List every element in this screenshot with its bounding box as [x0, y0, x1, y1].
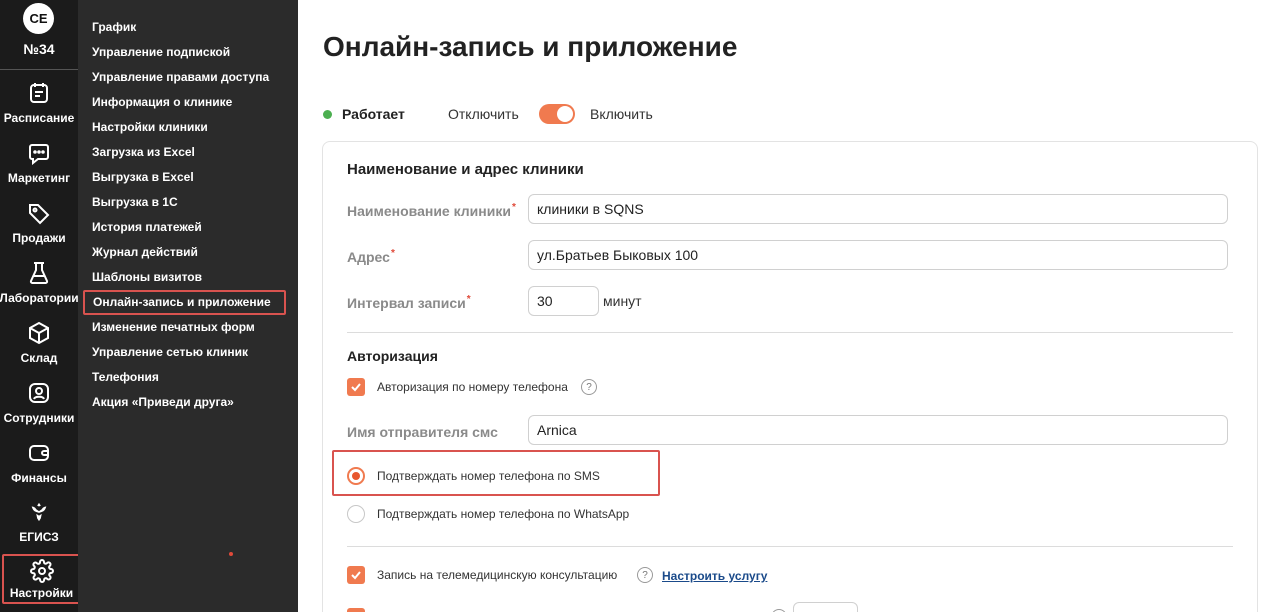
online-booking-toggle[interactable] — [539, 104, 575, 124]
interval-input[interactable] — [528, 286, 599, 316]
toggle-on-label[interactable]: Включить — [590, 106, 653, 122]
sms-sender-label: Имя отправителя смс — [347, 424, 498, 440]
gear-icon — [29, 558, 55, 584]
rail-item-label: Настройки — [9, 586, 74, 600]
rail-item-egisz[interactable]: ЕГИСЗ — [0, 499, 78, 557]
confirm-sms-radio[interactable] — [347, 467, 365, 485]
submenu-item[interactable]: Акция «Приведи друга» — [92, 395, 234, 409]
telemed-checkbox[interactable] — [347, 566, 365, 584]
submenu-item-active[interactable]: Онлайн-запись и приложение — [83, 290, 286, 315]
status-indicator: Работает — [323, 106, 405, 122]
rail-item-labs[interactable]: Лаборатории — [0, 260, 79, 318]
submenu-item[interactable]: Управление подпиской — [92, 45, 230, 59]
submenu-item[interactable]: Информация о клинике — [92, 95, 232, 109]
interval-label: Интервал записи* — [347, 294, 471, 311]
icon-rail: СЕ №34 Расписание Маркетинг Продажи Лабо… — [0, 0, 81, 612]
toggle-knob — [557, 106, 573, 122]
status-text: Работает — [342, 106, 405, 122]
rail-item-label: Маркетинг — [7, 171, 71, 185]
rail-item-schedule[interactable]: Расписание — [0, 80, 78, 138]
interval-label-text: Интервал записи — [347, 295, 466, 311]
required-mark: * — [511, 202, 516, 213]
avatar[interactable]: СЕ — [23, 3, 54, 34]
help-icon[interactable]: ? — [637, 567, 653, 583]
section-title-auth: Авторизация — [347, 348, 438, 364]
required-mark: * — [390, 248, 395, 259]
rail-item-label: Сотрудники — [3, 411, 75, 425]
notification-dot — [229, 552, 233, 556]
rail-item-finance[interactable]: Финансы — [0, 440, 78, 498]
confirm-sms-label: Подтверждать номер телефона по SMS — [377, 469, 600, 483]
submenu-item[interactable]: Телефония — [92, 370, 159, 384]
rail-item-marketing[interactable]: Маркетинг — [0, 140, 78, 198]
rail-item-label: Расписание — [3, 111, 75, 125]
app-root: СЕ №34 Расписание Маркетинг Продажи Лабо… — [0, 0, 1284, 612]
user-icon — [26, 380, 52, 406]
address-input[interactable] — [528, 240, 1228, 270]
rail-item-label: Склад — [20, 351, 58, 365]
rail-item-label: Продажи — [12, 231, 66, 245]
status-dot — [323, 109, 332, 119]
check-icon — [351, 571, 361, 580]
submenu-item[interactable]: Выгрузка в Excel — [92, 170, 194, 184]
chat-icon — [26, 140, 52, 166]
rail-item-label: ЕГИСЗ — [19, 530, 59, 544]
settings-submenu: График Управление подпиской Управление п… — [78, 0, 298, 612]
confirm-whatsapp-radio[interactable] — [347, 505, 365, 523]
confirm-whatsapp-label: Подтверждать номер телефона по WhatsApp — [377, 507, 630, 521]
clinic-name-input[interactable] — [528, 194, 1228, 224]
submenu-item[interactable]: График — [92, 20, 136, 34]
toggle-off-label[interactable]: Отключить — [448, 106, 519, 122]
telemed-label: Запись на телемедицинскую консультацию — [377, 568, 618, 582]
next-option-input[interactable] — [793, 602, 858, 612]
submenu-item[interactable]: Шаблоны визитов — [92, 270, 202, 284]
emblem-icon — [26, 499, 52, 525]
next-option-checkbox[interactable] — [347, 608, 365, 612]
rail-item-warehouse[interactable]: Склад — [0, 320, 78, 378]
section-divider — [347, 332, 1233, 333]
setup-service-link[interactable]: Настроить услугу — [662, 569, 767, 583]
submenu-item[interactable]: Загрузка из Excel — [92, 145, 195, 159]
required-mark: * — [466, 294, 471, 305]
rail-item-staff[interactable]: Сотрудники — [0, 380, 78, 438]
submenu-item[interactable]: Выгрузка в 1С — [92, 195, 178, 209]
rail-item-label: Лаборатории — [0, 291, 79, 305]
clinic-number: №34 — [23, 41, 55, 57]
address-label-text: Адрес — [347, 249, 390, 265]
tag-icon — [26, 200, 52, 226]
submenu-item[interactable]: Настройки клиники — [92, 120, 208, 134]
auth-phone-label: Авторизация по номеру телефона — [377, 380, 568, 394]
rail-item-label: Финансы — [11, 471, 67, 485]
rail-item-sales[interactable]: Продажи — [0, 200, 78, 258]
flask-icon — [26, 260, 52, 286]
sms-sender-input[interactable] — [528, 415, 1228, 445]
auth-phone-checkbox[interactable] — [347, 378, 365, 396]
rail-item-settings[interactable]: Настройки — [2, 554, 81, 604]
address-label: Адрес* — [347, 248, 395, 265]
settings-card: Наименование и адрес клиники Наименовани… — [322, 141, 1258, 612]
interval-unit: минут — [603, 293, 642, 309]
clinic-name-label-text: Наименование клиники — [347, 203, 511, 219]
wallet-icon — [26, 440, 52, 466]
section-title-name-address: Наименование и адрес клиники — [347, 161, 584, 178]
submenu-item[interactable]: Управление сетью клиник — [92, 345, 248, 359]
calendar-icon — [26, 80, 52, 106]
section-divider — [347, 546, 1233, 547]
check-icon — [351, 383, 361, 392]
submenu-item[interactable]: История платежей — [92, 220, 202, 234]
box-icon — [26, 320, 52, 346]
submenu-item[interactable]: Управление правами доступа — [92, 70, 269, 84]
help-icon[interactable]: ? — [581, 379, 597, 395]
main-content: Онлайн-запись и приложение Работает Откл… — [298, 0, 1284, 612]
submenu-item[interactable]: Журнал действий — [92, 245, 198, 259]
submenu-item[interactable]: Изменение печатных форм — [92, 320, 255, 334]
page-title: Онлайн-запись и приложение — [323, 31, 738, 62]
clinic-name-label: Наименование клиники* — [347, 202, 516, 219]
rail-divider — [0, 69, 78, 70]
